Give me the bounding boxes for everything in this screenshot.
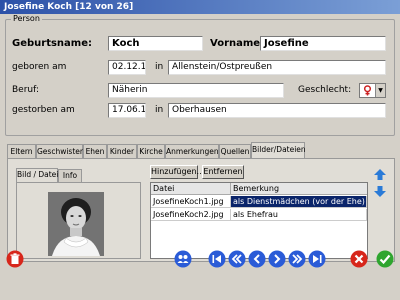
table-row[interactable]: JosefineKoch2.jpg als Ehefrau <box>151 209 367 221</box>
ok-button[interactable] <box>376 250 394 268</box>
person-legend: Person <box>11 14 42 23</box>
file-name-cell[interactable]: JosefineKoch1.jpg <box>151 196 231 208</box>
skip-last-icon <box>308 250 326 268</box>
job-label: Beruf: <box>12 85 39 95</box>
file-name-cell[interactable]: JosefineKoch2.jpg <box>151 209 231 221</box>
file-note-cell[interactable]: als Dienstmädchen (vor der Ehe) <box>231 196 367 208</box>
died-place-field[interactable]: Oberhausen <box>168 103 386 118</box>
tab-quellen[interactable]: Quellen <box>219 144 251 158</box>
gender-label: Geschlecht: <box>298 85 352 95</box>
tab-geschwister[interactable]: Geschwister <box>36 144 83 158</box>
close-icon <box>350 250 368 268</box>
checkmark-icon <box>376 250 394 268</box>
birthname-field[interactable]: Koch <box>108 36 203 51</box>
files-table: Datei Bemerkung JosefineKoch1.jpg als Di… <box>150 182 368 259</box>
born-date-field[interactable]: 02.12.1897 <box>108 60 146 75</box>
subtab-info[interactable]: Info <box>58 169 82 182</box>
move-down-icon[interactable] <box>374 186 386 197</box>
chevron-right-icon <box>268 250 286 268</box>
window-title: Josefine Koch [12 von 26] <box>0 0 400 14</box>
previous-record-button[interactable] <box>248 250 266 268</box>
bottom-toolbar <box>0 250 400 272</box>
double-chevron-left-icon <box>228 250 246 268</box>
tab-kirche[interactable]: Kirche <box>137 144 165 158</box>
trash-icon <box>6 250 24 268</box>
born-in-label: in <box>155 62 164 72</box>
add-file-button[interactable]: Hinzufügen... <box>150 165 204 179</box>
born-place-field[interactable]: Allenstein/Ostpreußen <box>168 60 386 75</box>
tab-bilder-dateien[interactable]: Bilder/Dateien <box>251 142 306 158</box>
person-editor-window: Person Geburtsname: Koch Vornamen: Josef… <box>0 14 400 300</box>
tab-ehen[interactable]: Ehen <box>83 144 107 158</box>
tab-anmerkungen[interactable]: Anmerkungen <box>165 144 219 158</box>
died-in-label: in <box>155 105 164 115</box>
cancel-button[interactable] <box>350 250 368 268</box>
delete-button[interactable] <box>6 250 24 268</box>
table-row[interactable]: JosefineKoch1.jpg als Dienstmädchen (vor… <box>151 196 367 208</box>
family-tree-button[interactable] <box>174 250 192 268</box>
died-date-field[interactable]: 17.06.1971 <box>108 103 146 118</box>
died-label: gestorben am <box>12 105 75 115</box>
chevron-down-icon: ▼ <box>375 84 385 97</box>
female-symbol-icon <box>363 85 372 96</box>
skip-first-icon <box>208 250 226 268</box>
move-up-icon[interactable] <box>374 169 386 180</box>
remove-file-button[interactable]: Entfernen <box>202 165 244 179</box>
last-record-button[interactable] <box>308 250 326 268</box>
column-header-bemerkung[interactable]: Bemerkung <box>231 183 367 195</box>
chevron-left-icon <box>248 250 266 268</box>
column-header-datei[interactable]: Datei <box>151 183 231 195</box>
portrait-photo[interactable] <box>48 192 104 256</box>
job-field[interactable]: Näherin <box>108 83 284 98</box>
next-page-button[interactable] <box>288 250 306 268</box>
gender-select[interactable]: ▼ <box>359 83 386 98</box>
birthname-label: Geburtsname: <box>12 38 92 49</box>
tab-kinder[interactable]: Kinder <box>107 144 137 158</box>
tab-eltern[interactable]: Eltern <box>7 144 36 158</box>
first-record-button[interactable] <box>208 250 226 268</box>
subtab-bild-datei[interactable]: Bild / Datei <box>16 168 58 182</box>
portrait-image <box>48 192 104 256</box>
people-icon <box>174 250 192 268</box>
file-note-cell[interactable]: als Ehefrau <box>231 209 367 221</box>
born-label: geboren am <box>12 62 67 72</box>
firstnames-field[interactable]: Josefine <box>260 36 386 51</box>
previous-page-button[interactable] <box>228 250 246 268</box>
next-record-button[interactable] <box>268 250 286 268</box>
double-chevron-right-icon <box>288 250 306 268</box>
files-table-header: Datei Bemerkung <box>151 183 367 195</box>
